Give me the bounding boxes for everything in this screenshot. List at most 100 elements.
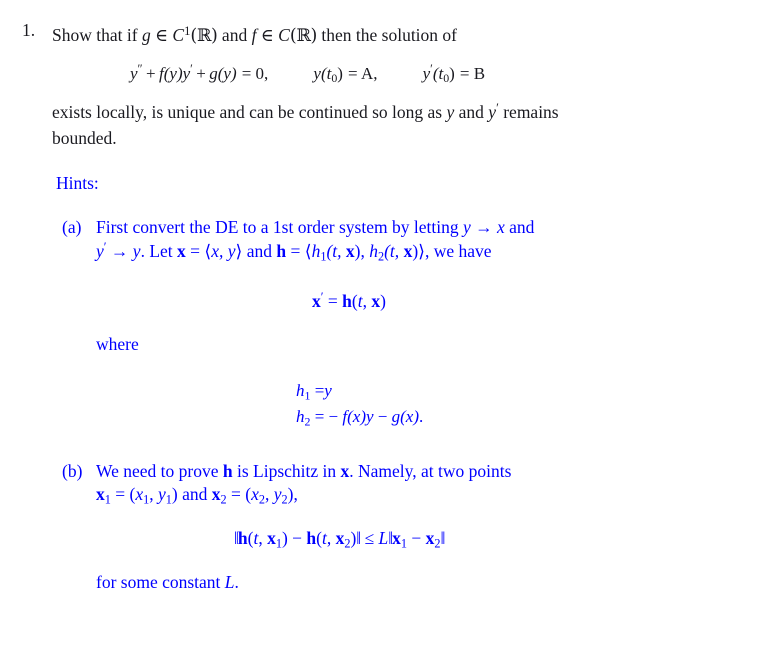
component-equations: h1 =y h2 = − f(x)y − g(x). — [296, 378, 423, 431]
hint-a-vector-x: x — [177, 240, 186, 261]
symbol-g: g — [141, 25, 151, 46]
eq-g-of-y: g(y) — [209, 63, 237, 83]
eq-plus-1: + — [146, 63, 156, 83]
hint-a-h1-vector-arg: x — [345, 240, 355, 261]
hint-a-arrow-1: → — [470, 217, 497, 237]
conclusion-text-post: remains — [498, 102, 559, 123]
h2-equals: = − — [310, 407, 343, 427]
hint-a-line-2: y′ → y. Let x = ⟨x, y⟩ and h = ⟨h1(t, x)… — [96, 239, 696, 265]
hint-b-text: We need to prove h is Lipschitz in x. Na… — [96, 460, 724, 508]
lipschitz-inequality-display: ‖h(t, x1) − h(t, x2)‖ ≤ L‖x1 − x2‖ — [234, 528, 445, 551]
system-eq-vector-h: h — [342, 291, 352, 312]
statement-text-post: then the solution of — [317, 25, 457, 46]
hints-label: Hints: — [56, 173, 99, 193]
eq-equals-zero: = 0, — [241, 63, 269, 83]
statement-text-pre: Show that if — [52, 25, 142, 46]
hint-b-equals-1: = ( — [110, 483, 136, 504]
hint-marker-b: (b) — [62, 461, 83, 481]
hint-a-h2: h — [369, 240, 378, 261]
hint-a-h2-args: (t, — [384, 240, 404, 261]
ic2-arg-open: (t — [432, 63, 444, 83]
hint-b-close-1: ) and — [171, 483, 212, 504]
hint-a-text-pre: First convert the DE to a 1st order syst… — [96, 217, 463, 237]
ineq-leq-operator: ≤ — [360, 528, 379, 548]
hint-a-line-2-post: , we have — [424, 240, 492, 261]
problem-number: 1. — [22, 20, 36, 40]
hint-b-point-x1: x — [96, 483, 105, 504]
hint-b-vector-h: h — [222, 461, 233, 481]
h2-f-term: f(x) — [342, 407, 366, 427]
hint-a-equals-2: = ⟨ — [286, 240, 312, 261]
h1-value: y — [324, 381, 332, 400]
h2-y-factor: y — [365, 407, 374, 427]
h2-period: . — [419, 407, 424, 427]
hint-a-arrow-2: → — [106, 240, 133, 261]
problem-1: 1. Show that if g ∈ C1(ℝ) and f ∈ C(ℝ) t… — [22, 20, 722, 152]
hint-b-x2-component: x — [251, 483, 259, 504]
hint-a-let-text: . Let — [140, 240, 178, 261]
h2-name: h — [296, 407, 305, 427]
system-eq-vector-x: x — [312, 291, 321, 312]
system-eq-arg-x: x — [371, 291, 381, 312]
h1-equals: = — [310, 381, 325, 400]
hint-b-point-x2: x — [211, 483, 221, 504]
hint-b-x1-component: x — [135, 483, 144, 504]
hint-b-text-post: . Namely, at two points — [349, 461, 512, 481]
problem-body: Show that if g ∈ C1(ℝ) and f ∈ C(ℝ) then… — [52, 22, 722, 152]
hint-a-h1-args: (t, — [326, 240, 346, 261]
closing-text-pre: for some constant — [96, 572, 225, 592]
membership-operator-1: ∈ — [150, 25, 173, 46]
ic1-arg-open: (t — [320, 63, 332, 83]
hint-b-y2-component: y — [273, 483, 282, 504]
ic1-y: y — [313, 63, 321, 83]
system-eq-equals: = — [323, 291, 343, 312]
hint-item-a: (a) First convert the DE to a 1st order … — [62, 216, 702, 265]
hint-b-comma-2: , — [264, 483, 274, 504]
closing-statement: for some constant L. — [96, 572, 239, 593]
hint-a-line-1: First convert the DE to a 1st order syst… — [96, 216, 696, 239]
ineq-h1-arg-x: x — [267, 528, 276, 548]
hint-b-line-2: x1 = (x1, y1) and x2 = (x2, y2), — [96, 483, 724, 508]
system-equation-display: x′ = h(t, x) — [312, 290, 386, 312]
h1-name: h — [296, 381, 305, 400]
hint-a-symbol-y-prime: y — [96, 240, 104, 261]
eq-double-prime-mark: ″ — [137, 61, 143, 76]
hint-b-text-mid: is Lipschitz in — [232, 461, 341, 481]
ic2-arg-close: ) — [449, 63, 455, 83]
hint-a-text-post: and — [504, 217, 535, 237]
h2-g-term: g(x) — [391, 407, 419, 427]
hint-a-symbol-y: y — [462, 217, 471, 237]
hint-b-line-1: We need to prove h is Lipschitz in x. Na… — [96, 460, 724, 483]
ineq-h1-comma: , — [258, 528, 268, 548]
where-label: where — [96, 334, 139, 354]
ineq-rhs-x1: x — [392, 528, 401, 548]
closing-text-post: . — [234, 572, 239, 592]
symbol-real-set-1: (ℝ) — [190, 26, 218, 47]
differential-equation-display: y″ + f(y)y′ + g(y) = 0, y(t0) = A, y′(t0) = B — [52, 63, 722, 85]
hint-b-text-pre: We need to prove — [96, 461, 223, 481]
ineq-constant-L: L — [378, 528, 389, 548]
ic1-equals-A: = A, — [348, 63, 378, 83]
ineq-h-1: h — [237, 528, 248, 548]
hint-a-equals-1: = ⟨ — [185, 240, 212, 261]
conclusion-text-mid: and — [454, 102, 489, 123]
hint-b-comma-1: , — [149, 483, 158, 504]
hint-a-components-xy: x, y — [211, 240, 236, 261]
hint-a-symbol-y-2: y — [132, 240, 141, 261]
component-equation-h1: h1 =y — [296, 378, 423, 404]
hint-b-vector-x: x — [340, 461, 350, 481]
h2-minus-operator: − — [373, 407, 392, 427]
hint-item-b: (b) We need to prove h is Lipschitz in x… — [62, 460, 710, 508]
symbol-C: C — [172, 25, 185, 46]
hint-a-h2-vector-arg: x — [403, 240, 413, 261]
statement-text-and: and — [217, 25, 252, 46]
hint-a-vector-h: h — [276, 240, 287, 261]
membership-operator-2: ∈ — [256, 25, 279, 46]
hint-b-close-2: ), — [287, 483, 298, 504]
conclusion-line-2: bounded. — [52, 127, 117, 148]
ineq-minus-operator: − — [287, 528, 307, 548]
ic2-equals-B: = B — [459, 63, 486, 83]
conclusion-text-pre: exists locally, is unique and can be con… — [52, 102, 447, 123]
component-equation-h2: h2 = − f(x)y − g(x). — [296, 404, 423, 430]
eq-f-of-y: f(y) — [159, 63, 183, 83]
